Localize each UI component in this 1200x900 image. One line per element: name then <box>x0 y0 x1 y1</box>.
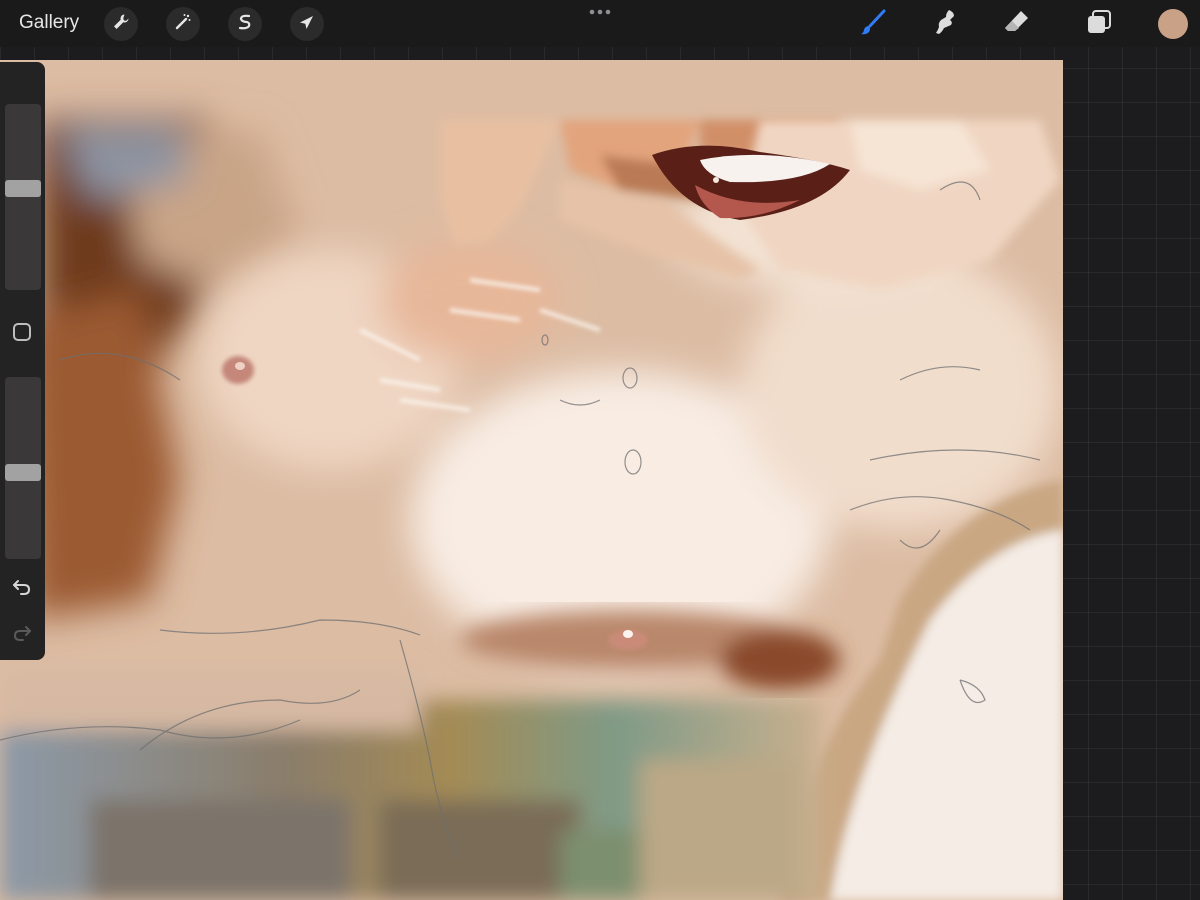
smudge-tool-button[interactable] <box>927 6 963 42</box>
wrench-icon <box>111 12 131 37</box>
painting-artwork <box>0 60 1063 900</box>
layers-icon <box>1084 7 1114 42</box>
magic-wand-icon <box>173 12 193 37</box>
gallery-button[interactable]: Gallery <box>19 12 79 34</box>
undo-button[interactable] <box>11 576 33 598</box>
selection-button[interactable] <box>228 7 262 41</box>
brush-size-slider[interactable] <box>5 104 41 290</box>
selection-s-icon <box>235 12 255 37</box>
adjustments-button[interactable] <box>166 7 200 41</box>
procreate-workspace: Gallery <box>0 0 1200 900</box>
undo-icon <box>11 580 33 602</box>
drawing-canvas[interactable] <box>0 60 1063 900</box>
brush-tool-button[interactable] <box>856 6 892 42</box>
color-picker-button[interactable] <box>1158 9 1188 39</box>
opacity-slider[interactable] <box>5 377 41 559</box>
brush-icon <box>859 7 889 42</box>
arrow-cursor-icon <box>297 12 317 37</box>
layers-button[interactable] <box>1081 6 1117 42</box>
smudge-icon <box>930 7 960 42</box>
left-sidebar <box>0 62 45 660</box>
more-dots-icon <box>586 5 614 22</box>
top-toolbar: Gallery <box>0 0 1200 47</box>
transform-button[interactable] <box>290 7 324 41</box>
opacity-slider-thumb[interactable] <box>5 464 41 481</box>
brush-size-slider-thumb[interactable] <box>5 180 41 197</box>
more-options-button[interactable] <box>586 5 614 17</box>
redo-button[interactable] <box>11 622 33 644</box>
modify-button[interactable] <box>13 323 31 341</box>
eraser-tool-button[interactable] <box>999 6 1035 42</box>
eraser-icon <box>1002 7 1032 42</box>
actions-button[interactable] <box>104 7 138 41</box>
redo-icon <box>11 626 33 648</box>
